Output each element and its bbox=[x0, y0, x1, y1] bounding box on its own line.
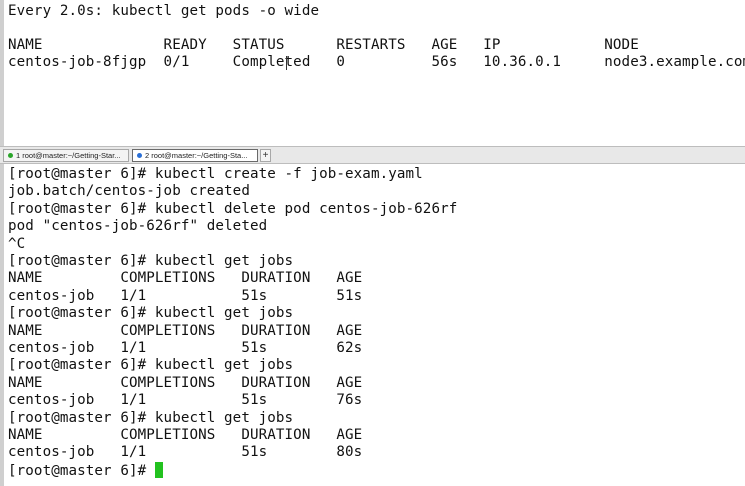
terminal-line: [root@master 6]# kubectl get jobs bbox=[8, 253, 294, 269]
jobs-table-row: centos-job 1/1 51s 51s bbox=[8, 287, 363, 304]
terminal-line: job.batch/centos-job created bbox=[8, 183, 250, 200]
terminal-cursor bbox=[154, 461, 163, 478]
terminal-line: [root@master 6]# kubectl get jobs bbox=[8, 357, 294, 374]
tab-session-1[interactable]: 1 root@master:~/Getting-Star... bbox=[3, 149, 129, 162]
watch-header-line: Every 2.0s: kubectl get pods -o wide bbox=[8, 3, 320, 19]
jobs-table-header: NAME COMPLETIONS DURATION AGE bbox=[8, 427, 363, 443]
terminal-line: ^C bbox=[8, 235, 26, 252]
terminal-tab-bar: 1 root@master:~/Getting-Star... 2 root@m… bbox=[0, 146, 745, 164]
jobs-table-row: centos-job 1/1 51s 80s bbox=[8, 444, 363, 461]
prompt-line[interactable]: [root@master 6]# bbox=[8, 461, 163, 479]
text-cursor-icon bbox=[286, 56, 287, 70]
terminal-line: [root@master 6]# kubectl get jobs bbox=[8, 305, 294, 322]
session-status-icon bbox=[137, 153, 142, 158]
pods-table-header: NAME READY STATUS RESTARTS AGE IP NODE bbox=[8, 37, 639, 53]
terminal-line: pod "centos-job-626rf" deleted bbox=[8, 218, 268, 235]
top-terminal-pane[interactable]: Every 2.0s: kubectl get pods -o wide NAM… bbox=[0, 0, 745, 146]
jobs-table-row: centos-job 1/1 51s 76s bbox=[8, 392, 363, 409]
pods-table-row: centos-job-8fjgp 0/1 Completed 0 56s 10.… bbox=[8, 54, 745, 70]
terminal-line: [root@master 6]# kubectl create -f job-e… bbox=[8, 166, 423, 182]
shell-prompt: [root@master 6]# bbox=[8, 462, 155, 479]
new-tab-button[interactable]: + bbox=[260, 149, 271, 162]
tab-label: 2 root@master:~/Getting-Sta... bbox=[145, 151, 248, 160]
bottom-terminal-pane[interactable]: [root@master 6]# kubectl create -f job-e… bbox=[0, 164, 745, 486]
jobs-table-row: centos-job 1/1 51s 62s bbox=[8, 340, 363, 356]
jobs-table-header: NAME COMPLETIONS DURATION AGE bbox=[8, 322, 363, 339]
jobs-table-header: NAME COMPLETIONS DURATION AGE bbox=[8, 374, 363, 391]
tab-label: 1 root@master:~/Getting-Star... bbox=[16, 151, 121, 160]
terminal-line: [root@master 6]# kubectl get jobs bbox=[8, 409, 294, 426]
tab-session-2[interactable]: 2 root@master:~/Getting-Sta... bbox=[132, 149, 258, 162]
terminal-line: [root@master 6]# kubectl delete pod cent… bbox=[8, 200, 458, 217]
session-status-icon bbox=[8, 153, 13, 158]
jobs-table-header: NAME COMPLETIONS DURATION AGE bbox=[8, 270, 363, 287]
